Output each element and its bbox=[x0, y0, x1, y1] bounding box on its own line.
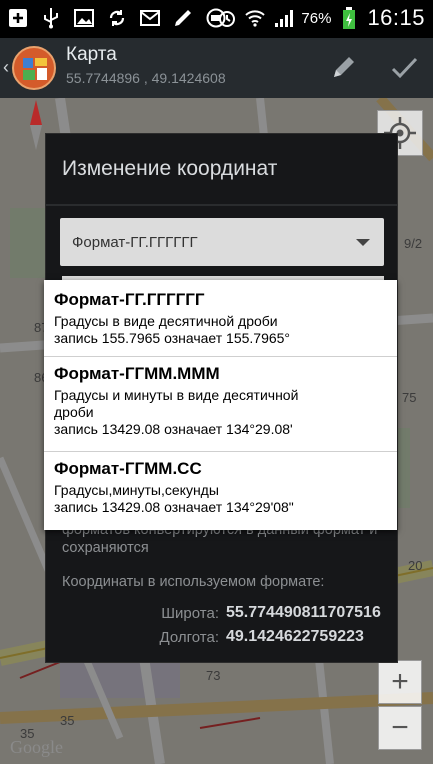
option-title: Формат-ГГ.ГГГГГГ bbox=[54, 290, 205, 309]
latitude-value: 55.774490811707516 bbox=[226, 604, 381, 621]
check-icon[interactable] bbox=[386, 50, 422, 86]
system-status: 76% 16:15 bbox=[217, 5, 425, 31]
option-divider bbox=[44, 356, 397, 357]
format-spinner[interactable]: Формат-ГГ.ГГГГГГ bbox=[60, 218, 384, 266]
option-example: запись 13429.08 означает 134°29.08' bbox=[54, 421, 293, 437]
option-example: запись 13429.08 означает 134°29'08" bbox=[54, 499, 294, 515]
add-box-icon bbox=[8, 6, 28, 30]
longitude-value: 49.1424622759223 bbox=[226, 628, 364, 645]
map-label: 20 bbox=[408, 558, 423, 573]
battery-icon bbox=[339, 6, 359, 30]
notification-icons bbox=[8, 6, 226, 30]
option-description: Градусы,минуты,секунды bbox=[54, 482, 219, 498]
usb-icon bbox=[41, 6, 61, 30]
format-spinner-value: Формат-ГГ.ГГГГГГ bbox=[72, 234, 198, 251]
map-label: 75 bbox=[402, 390, 417, 405]
note-icon bbox=[173, 6, 193, 30]
option-example: запись 155.7965 означает 155.7965° bbox=[54, 330, 291, 346]
zoom-in-button[interactable]: + bbox=[378, 660, 422, 704]
format-dropdown-list: Формат-ГГ.ГГГГГГ Градусы в виде десятичн… bbox=[44, 280, 397, 530]
option-description: Градусы в виде десятичной дроби bbox=[54, 313, 278, 329]
option-divider bbox=[44, 451, 397, 452]
map-label: 73 bbox=[206, 668, 221, 683]
dialog-divider bbox=[46, 204, 397, 206]
alarm-icon bbox=[217, 6, 237, 30]
latitude-label: Широта: bbox=[161, 605, 219, 622]
back-chevron-icon[interactable]: ‹ bbox=[3, 57, 9, 78]
screen-subtitle: 55.7744896 , 49.1424608 bbox=[66, 70, 226, 86]
zoom-out-button[interactable]: − bbox=[378, 706, 422, 750]
format-option-degrees-minutes-seconds[interactable]: Формат-ГГММ.СС Градусы,минуты,секунды за… bbox=[44, 459, 397, 516]
status-bar: 76% 16:15 bbox=[0, 0, 433, 38]
option-title: Формат-ГГММ.СС bbox=[54, 459, 202, 478]
dialog-title: Изменение координат bbox=[62, 157, 278, 180]
format-option-degrees-minutes[interactable]: Формат-ГГММ.МММ Градусы и минуты в виде … bbox=[44, 364, 397, 438]
screen-title: Карта bbox=[66, 44, 117, 65]
pencil-icon[interactable] bbox=[325, 50, 361, 86]
battery-percent: 76% bbox=[301, 9, 332, 27]
coords-caption: Координаты в используемом формате: bbox=[62, 574, 325, 590]
option-description: Градусы и минуты в виде десятичной bbox=[54, 387, 299, 403]
app-logo-icon[interactable] bbox=[12, 46, 56, 90]
google-logo: Google bbox=[10, 737, 63, 757]
image-icon bbox=[74, 6, 94, 30]
signal-icon bbox=[273, 6, 294, 30]
chevron-down-icon bbox=[356, 239, 370, 246]
wifi-icon bbox=[245, 6, 266, 30]
format-option-decimal-degrees[interactable]: Формат-ГГ.ГГГГГГ Градусы в виде десятичн… bbox=[44, 290, 397, 347]
option-title: Формат-ГГММ.МММ bbox=[54, 364, 220, 383]
clock: 16:15 bbox=[367, 5, 425, 30]
option-description: дроби bbox=[54, 404, 94, 420]
action-bar: ‹ Карта 55.7744896 , 49.1424608 bbox=[0, 38, 433, 98]
map-label: 9/2 bbox=[404, 236, 423, 251]
sync-icon bbox=[107, 6, 127, 30]
longitude-label: Долгота: bbox=[159, 629, 219, 646]
compass-icon[interactable] bbox=[26, 100, 46, 150]
mail-icon bbox=[140, 6, 160, 30]
map-label: 35 bbox=[60, 713, 75, 728]
